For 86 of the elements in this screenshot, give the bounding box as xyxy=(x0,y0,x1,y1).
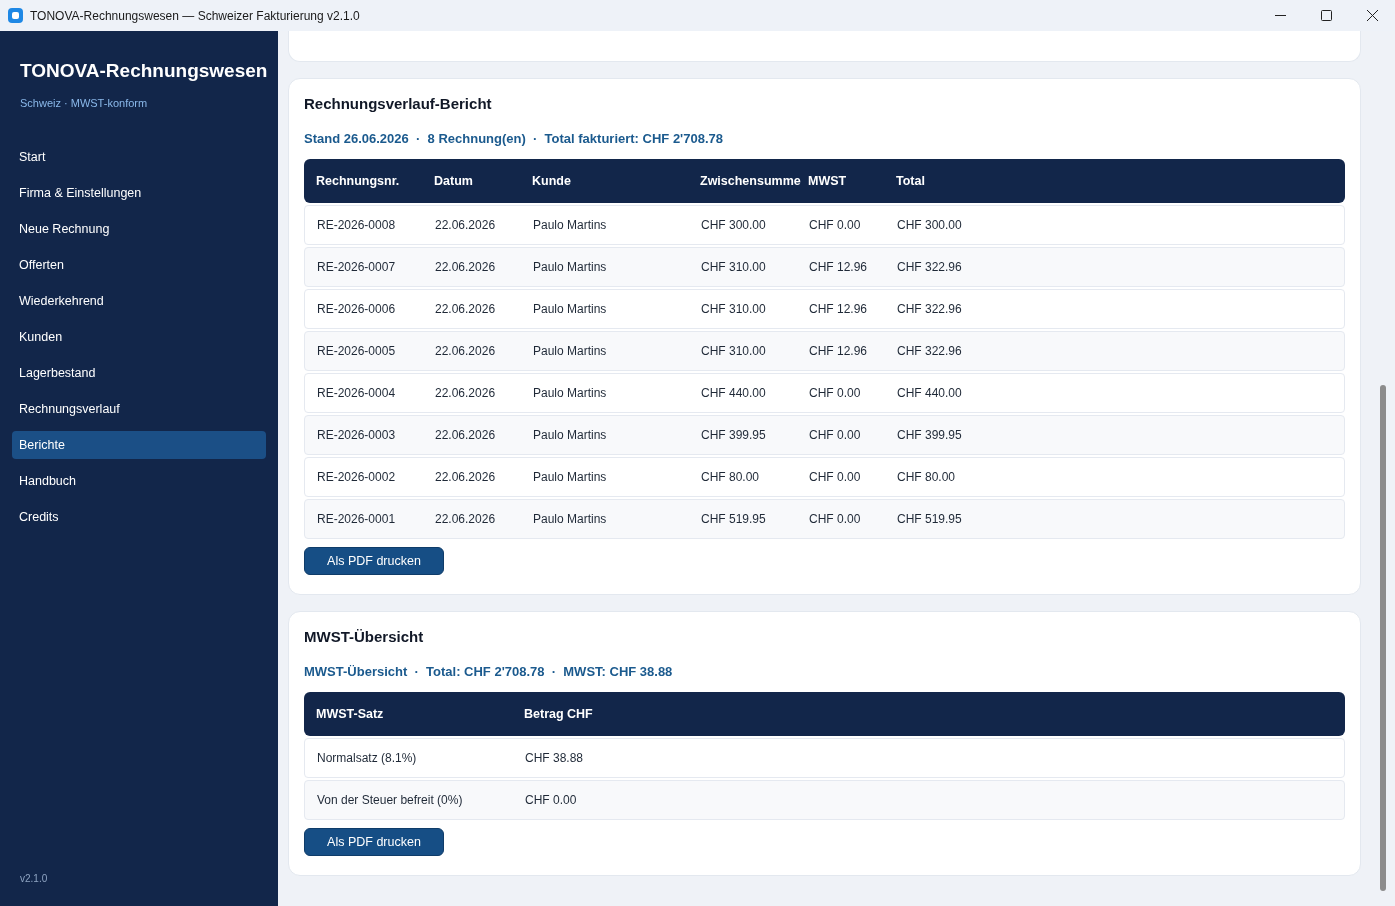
table-cell-text: CHF 310.00 xyxy=(701,259,767,276)
table-cell-text: CHF 0.00 xyxy=(525,792,578,809)
table-cell-text: RE-2026-0005 xyxy=(317,343,397,360)
table-cell-text: CHF 440.00 xyxy=(701,385,767,402)
app-icon xyxy=(8,8,23,23)
table-cell-text: RE-2026-0008 xyxy=(317,217,397,234)
nav-item[interactable]: Rechnungsverlauf xyxy=(12,395,266,423)
maximize-icon xyxy=(1320,10,1332,21)
table-cell-text: 22.06.2026 xyxy=(435,259,497,276)
table-cell-text: RE-2026-0003 xyxy=(317,427,397,444)
summary-line: Stand 26.06.2026 · 8 Rechnung(en) · Total fakturiert: CHF 2'708.78 xyxy=(304,130,724,148)
nav-item[interactable]: Handbuch xyxy=(12,467,266,495)
table-cell-text: Paulo Martins xyxy=(533,427,608,444)
card-title: MWST-Übersicht xyxy=(304,627,425,647)
table-cell-text: CHF 12.96 xyxy=(809,301,869,318)
window-title: TONOVA-Rechnungswesen — Schweizer Fakturierung v2.1.0 xyxy=(30,7,360,25)
table-cell-text: CHF 12.96 xyxy=(809,259,869,276)
table-cell-text: Paulo Martins xyxy=(533,259,608,276)
minimize-icon xyxy=(1274,15,1286,16)
table-cell-text: Paulo Martins xyxy=(533,217,608,234)
table-cell-text: RE-2026-0006 xyxy=(317,301,397,318)
table-cell-text: RE-2026-0002 xyxy=(317,469,397,486)
print-pdf-button[interactable]: Als PDF drucken xyxy=(304,547,444,575)
sidebar-subtitle: Schweiz · MWST-konform xyxy=(20,95,149,111)
nav-item[interactable]: Firma & Einstellungen xyxy=(12,179,266,207)
table-cell-text: CHF 0.00 xyxy=(809,427,862,444)
nav-item[interactable]: Kunden xyxy=(12,323,266,351)
table-cell-text: CHF 0.00 xyxy=(809,511,862,528)
table-cell-text: 22.06.2026 xyxy=(435,343,497,360)
nav-item[interactable]: Offerten xyxy=(12,251,266,279)
column-header: Kunde xyxy=(532,172,572,190)
table-cell-text: RE-2026-0001 xyxy=(317,511,397,528)
table-cell-text: CHF 399.95 xyxy=(701,427,767,444)
table-cell-text: CHF 0.00 xyxy=(809,385,862,402)
table-cell-text: CHF 440.00 xyxy=(897,385,963,402)
table-cell-text: Paulo Martins xyxy=(533,301,608,318)
column-header: Betrag CHF xyxy=(524,705,594,723)
table-cell-text: Normalsatz (8.1%) xyxy=(317,750,418,767)
table-cell-text: CHF 310.00 xyxy=(701,301,767,318)
column-header: Rechnungsnr. xyxy=(316,172,401,190)
table-cell-text: 22.06.2026 xyxy=(435,385,497,402)
table-cell-text: 22.06.2026 xyxy=(435,301,497,318)
nav-item[interactable]: Berichte xyxy=(12,431,266,459)
table-cell-text: RE-2026-0007 xyxy=(317,259,397,276)
column-header: Zwischensumme xyxy=(700,172,802,190)
version-label: v2.1.0 xyxy=(20,872,49,886)
table-cell-text: 22.06.2026 xyxy=(435,469,497,486)
nav-item[interactable]: Neue Rechnung xyxy=(12,215,266,243)
table-cell-text: CHF 80.00 xyxy=(701,469,761,486)
nav-item[interactable]: Start xyxy=(12,143,266,171)
sidebar-title: TONOVA-Rechnungswesen xyxy=(20,59,266,83)
table-cell-text: CHF 519.95 xyxy=(701,511,767,528)
summary-line: MWST-Übersicht · Total: CHF 2'708.78 · MWST: CHF 38.88 xyxy=(304,663,674,681)
table-cell-text: CHF 80.00 xyxy=(897,469,957,486)
column-header: MWST-Satz xyxy=(316,705,385,723)
nav-item[interactable]: Lagerbestand xyxy=(12,359,266,387)
print-pdf-button[interactable]: Als PDF drucken xyxy=(304,828,444,856)
table-cell-text: 22.06.2026 xyxy=(435,511,497,528)
column-header: MWST xyxy=(808,172,848,190)
column-header: Total xyxy=(896,172,926,190)
table-cell-text: 22.06.2026 xyxy=(435,427,497,444)
table-cell-text: CHF 300.00 xyxy=(701,217,767,234)
nav-item[interactable]: Wiederkehrend xyxy=(12,287,266,315)
table-cell-text: CHF 310.00 xyxy=(701,343,767,360)
table-cell-text: CHF 38.88 xyxy=(525,750,585,767)
table-cell-text: CHF 322.96 xyxy=(897,301,963,318)
table-cell-text: CHF 0.00 xyxy=(809,469,862,486)
close-icon xyxy=(1366,10,1378,21)
table-cell-text: Paulo Martins xyxy=(533,343,608,360)
table-cell-text: CHF 322.96 xyxy=(897,259,963,276)
card-title: Rechnungsverlauf-Bericht xyxy=(304,94,493,114)
table-cell-text: CHF 300.00 xyxy=(897,217,963,234)
table-cell-text: Paulo Martins xyxy=(533,511,608,528)
table-cell-text: CHF 322.96 xyxy=(897,343,963,360)
table-cell-text: CHF 12.96 xyxy=(809,343,869,360)
table-cell-text: CHF 399.95 xyxy=(897,427,963,444)
table-cell-text: CHF 519.95 xyxy=(897,511,963,528)
table-cell-text: CHF 0.00 xyxy=(809,217,862,234)
table-cell-text: Paulo Martins xyxy=(533,469,608,486)
scrollbar-thumb[interactable] xyxy=(1380,385,1386,891)
table-cell-text: Von der Steuer befreit (0%) xyxy=(317,792,464,809)
column-header: Datum xyxy=(434,172,474,190)
table-cell-text: Paulo Martins xyxy=(533,385,608,402)
table-cell-text: RE-2026-0004 xyxy=(317,385,397,402)
table-cell-text: 22.06.2026 xyxy=(435,217,497,234)
nav-item[interactable]: Credits xyxy=(12,503,266,531)
